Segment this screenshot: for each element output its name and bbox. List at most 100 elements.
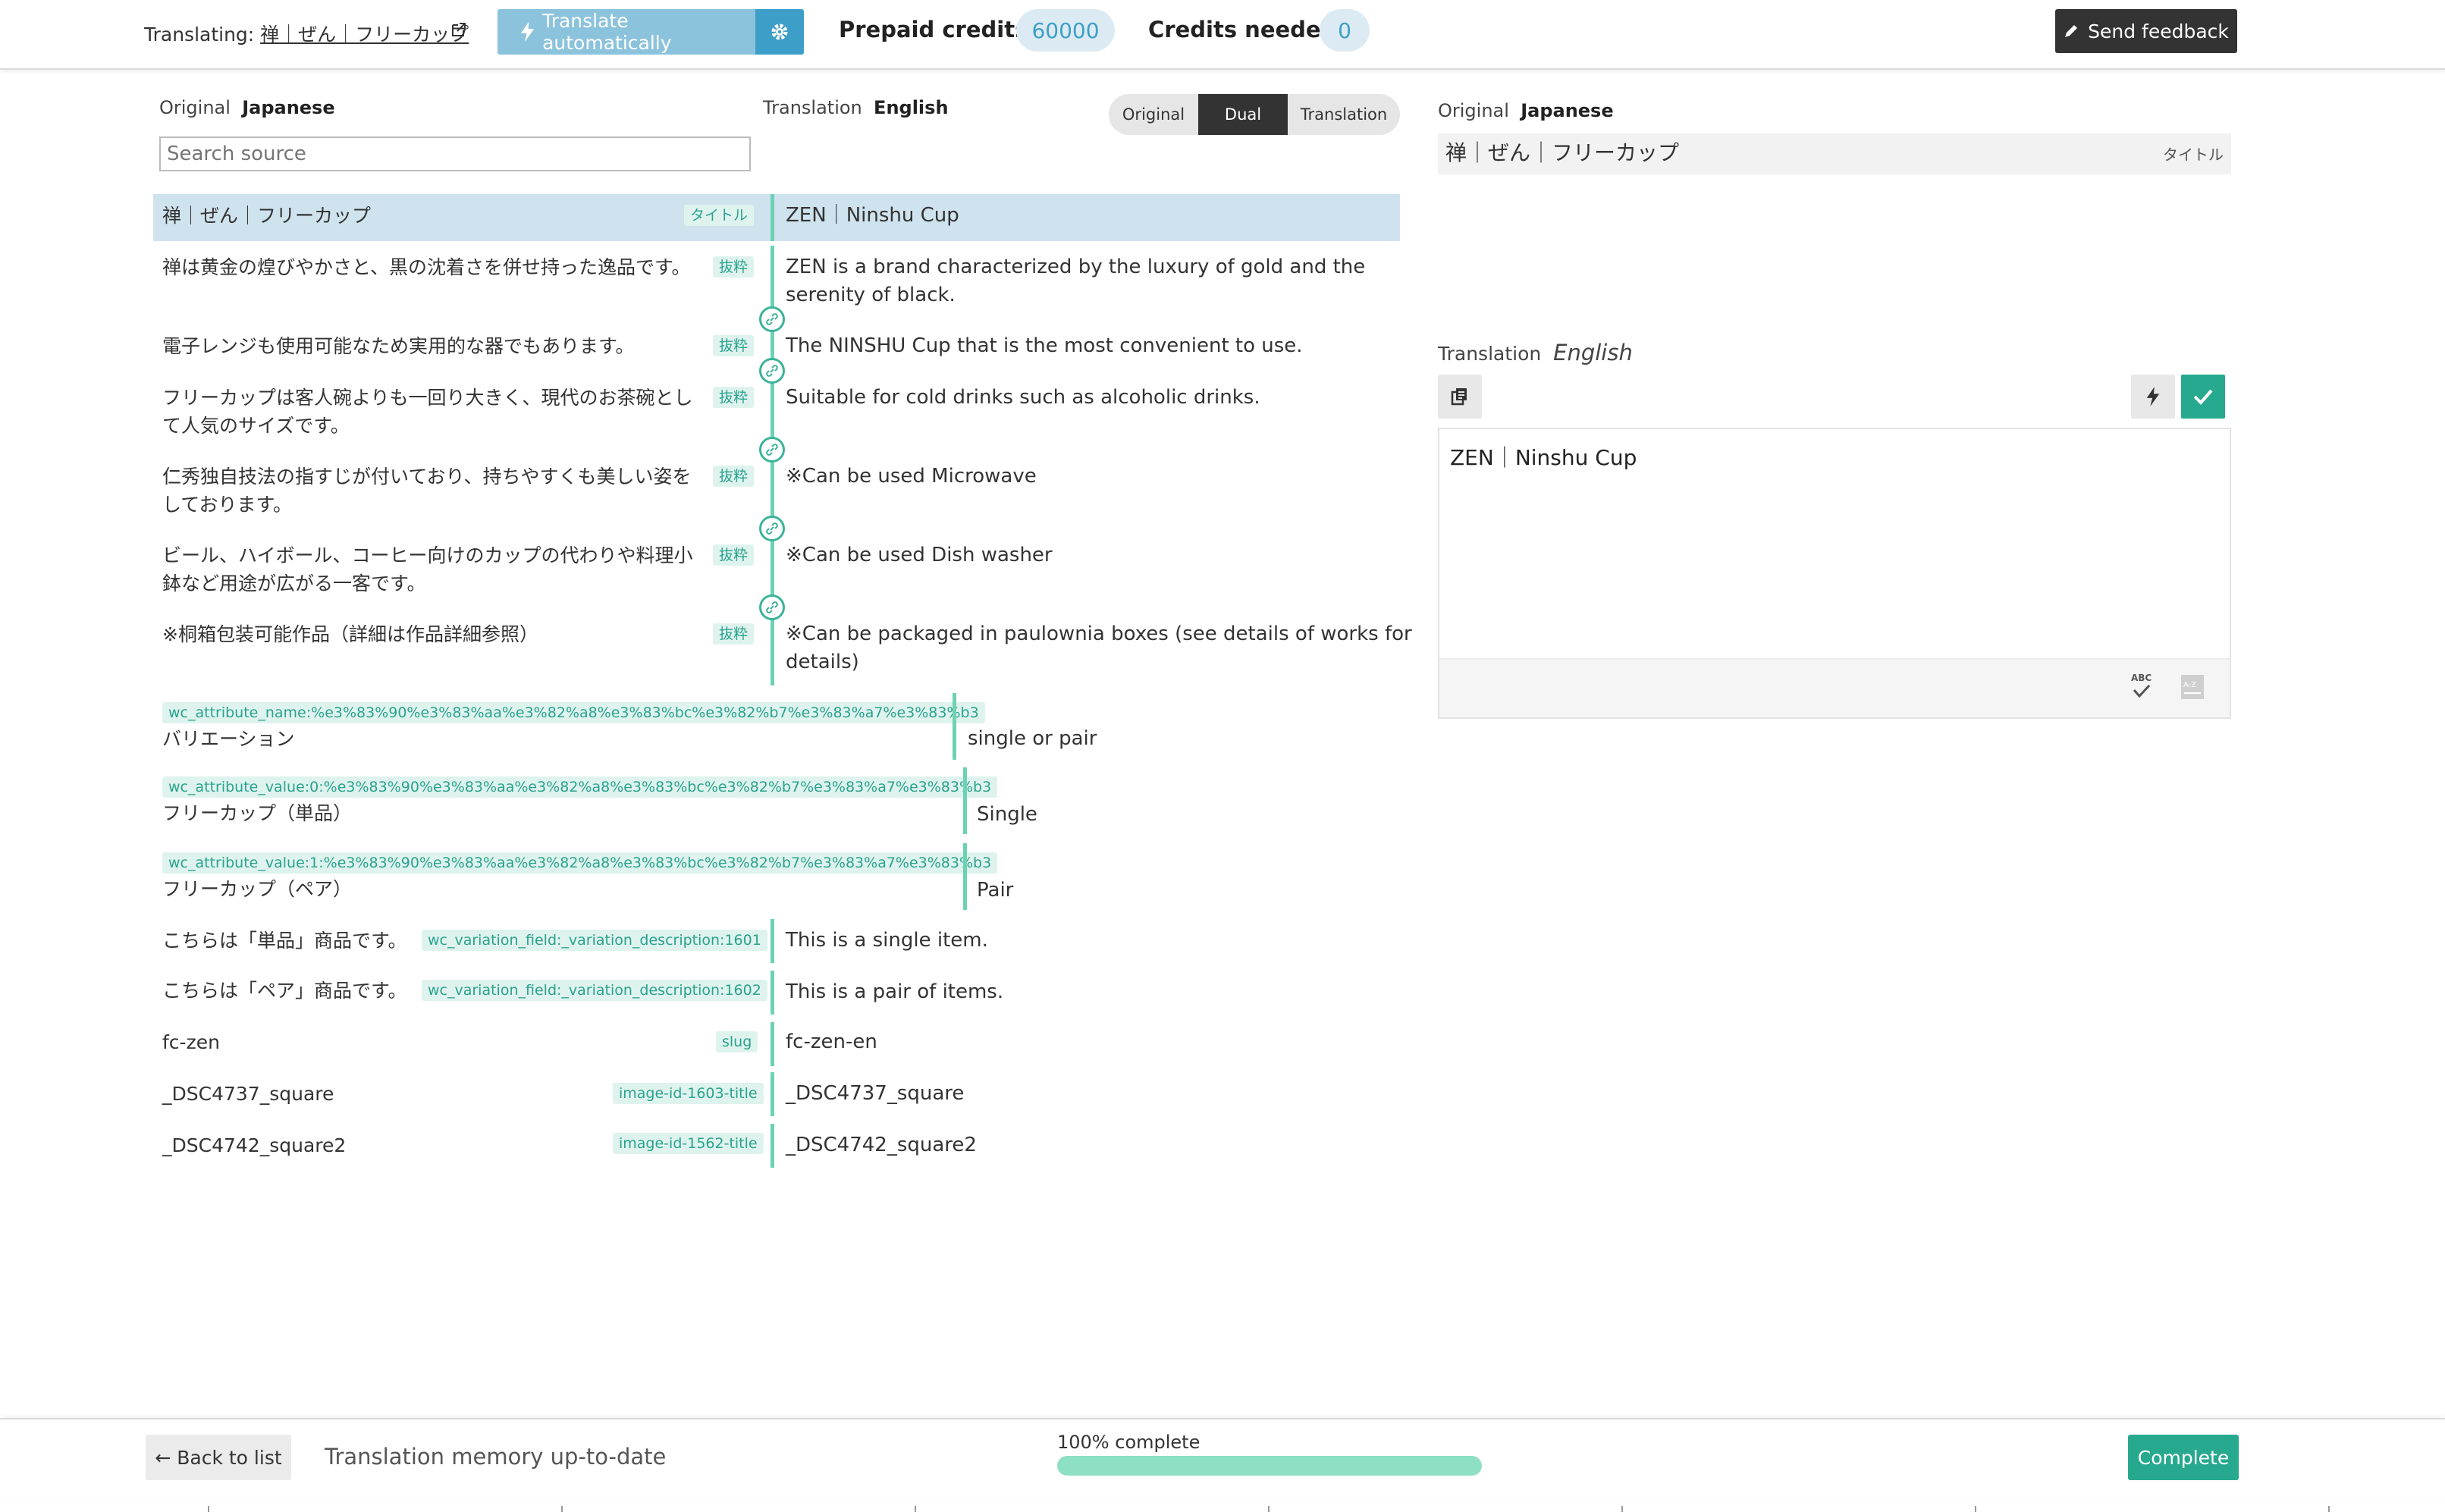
segment-source: こちらは「ペア」商品です。 [162, 980, 407, 1002]
segment-tag: wc_attribute_value:1:%e3%83%90%e3%83%aa%… [162, 852, 998, 874]
segment-divider [963, 767, 967, 834]
segment-target: ※Can be packaged in paulownia boxes (see… [786, 620, 1412, 676]
ruler-tick [1975, 1506, 1976, 1512]
segment-divider [953, 693, 956, 760]
machine-translate-segment-button[interactable] [2131, 375, 2175, 419]
ruler-tick [1268, 1506, 1270, 1512]
translation-language: English [874, 97, 949, 118]
segment-divider [771, 613, 774, 685]
ruler-tick [915, 1506, 916, 1512]
ruler [0, 1497, 2445, 1512]
segment-tag: wc_variation_field:_variation_descriptio… [422, 980, 767, 1001]
translating-label: Translating: 禅｜ぜん｜フリーカップ [144, 20, 469, 47]
panel-translation-prefix: Translation [1438, 343, 1542, 365]
segment-target: ZEN is a brand characterized by the luxu… [786, 253, 1365, 309]
panel-original-text: 禅｜ぜん｜フリーカップ [1445, 140, 1680, 165]
segment-divider [771, 1124, 774, 1168]
link-segments-icon[interactable] [759, 516, 785, 541]
original-column-label: Original Japanese [159, 97, 335, 118]
svg-text:ABC: ABC [2131, 673, 2152, 683]
link-segments-icon[interactable] [759, 306, 785, 332]
link-segments-icon[interactable] [759, 594, 785, 620]
sort-az-icon[interactable]: A-Z [2180, 673, 2205, 701]
editor-toolbar [1439, 658, 2230, 717]
view-mode-toggle: Original Dual Translation [1109, 94, 1400, 135]
search-source-input[interactable] [159, 136, 751, 171]
view-original-button[interactable]: Original [1109, 94, 1198, 135]
check-icon [2193, 389, 2213, 405]
segment-target: _DSC4742_square2 [786, 1134, 977, 1156]
segment-target: This is a pair of items. [786, 980, 1004, 1003]
view-dual-button[interactable]: Dual [1198, 94, 1288, 135]
auto-translate-settings-button[interactable] [755, 9, 804, 55]
segment-tag: slug [716, 1031, 758, 1052]
panel-original-language: Japanese [1521, 100, 1614, 121]
panel-translation-label: Translation English [1438, 340, 1633, 365]
segment-source: フリーカップ（単品） [162, 802, 353, 824]
segment-source: _DSC4742_square2 [162, 1134, 347, 1156]
segment-target: ※Can be used Dish washer [786, 544, 1053, 566]
segment-target: The NINSHU Cup that is the most convenie… [786, 334, 1303, 357]
segment-source: 仁秀独自技法の指すじが付いており、持ちやすくも美しい姿を しております。 [162, 463, 692, 519]
segment-divider [771, 1072, 774, 1116]
segment-target: This is a single item. [786, 929, 988, 952]
ruler-tick [1621, 1506, 1623, 1512]
segment-source: バリエーション [162, 728, 295, 750]
segment-tag: 抜粋 [713, 387, 755, 408]
lightning-icon [2146, 387, 2160, 406]
pencil-icon [2065, 25, 2078, 37]
segment-divider [963, 843, 967, 910]
segment-source-line: ビール、ハイボール、コーヒー向けのカップの代わりや料理小 [162, 544, 693, 566]
segment-divider [771, 194, 774, 241]
segment-source: ビール、ハイボール、コーヒー向けのカップの代わりや料理小 鉢など用途が広がる一客… [162, 541, 693, 598]
segment-target: fc-zen-en [786, 1030, 877, 1053]
translate-automatically-label: Translate automatically [542, 10, 672, 54]
segment-target-line: ※Can be packaged in paulownia boxes (see… [786, 623, 1412, 645]
send-feedback-label: Send feedback [2088, 20, 2229, 42]
segment-divider [771, 971, 774, 1015]
link-segments-icon[interactable] [759, 437, 785, 463]
original-language: Japanese [242, 97, 335, 118]
confirm-translation-button[interactable] [2181, 375, 2225, 419]
segment-divider [771, 919, 774, 963]
ruler-tick [2328, 1506, 2330, 1512]
segment-tag: wc_attribute_name:%e3%83%90%e3%83%aa%e3%… [162, 702, 985, 723]
segment-source: 禅は黄金の煌びやかさと、黒の沈着さを併せ持った逸品です。 [162, 256, 691, 278]
segment-target-line: serenity of black. [786, 284, 956, 306]
copy-source-button[interactable] [1438, 375, 1482, 419]
gear-icon [771, 24, 788, 40]
back-to-list-button[interactable]: ← Back to list [146, 1435, 291, 1480]
segment-target-line: ZEN is a brand characterized by the luxu… [786, 256, 1366, 278]
external-link-icon[interactable] [450, 21, 467, 38]
prepaid-credits-value: 60000 [1016, 9, 1115, 52]
progress-label: 100% complete [1057, 1432, 1201, 1453]
segment-target: Pair [977, 879, 1014, 902]
svg-text:A-Z: A-Z [2183, 681, 2196, 689]
segment-source-line: しております。 [162, 494, 293, 516]
send-feedback-button[interactable]: Send feedback [2055, 9, 2237, 53]
segment-source-line: フリーカップは客人碗よりも一回り大きく、現代のお茶碗とし [162, 387, 693, 409]
translating-prefix: Translating: [144, 24, 255, 45]
panel-original-tag: タイトル [2163, 146, 2224, 164]
view-translation-button[interactable]: Translation [1288, 94, 1400, 135]
segment-target-line: details) [786, 651, 859, 673]
translation-editor-text[interactable]: ZEN｜Ninshu Cup [1450, 441, 1637, 472]
translate-automatically-button[interactable]: Translate automatically [497, 9, 755, 55]
segment-tag: image-id-1603-title [613, 1083, 764, 1104]
copy-icon [1451, 388, 1467, 406]
segment-target: Suitable for cold drinks such as alcohol… [786, 386, 1260, 409]
segment-tag: 抜粋 [713, 623, 755, 645]
segment-target: ZEN｜Ninshu Cup [786, 204, 959, 227]
segment-source: こちらは「単品」商品です。 [162, 930, 407, 952]
translating-item-link[interactable]: 禅｜ぜん｜フリーカップ [260, 24, 469, 45]
complete-button[interactable]: Complete [2128, 1435, 2239, 1480]
link-segments-icon[interactable] [759, 358, 785, 384]
translation-memory-status: Translation memory up-to-date [325, 1444, 667, 1470]
segment-divider [771, 376, 774, 443]
spellcheck-icon[interactable]: ABC [2128, 670, 2155, 704]
credits-needed-label: Credits needed [1148, 17, 1337, 42]
segment-source-line: 仁秀独自技法の指すじが付いており、持ちやすくも美しい姿を [162, 466, 692, 488]
segment-source-line: 鉢など用途が広がる一客です。 [162, 572, 426, 594]
segment-tag: image-id-1562-title [613, 1133, 764, 1154]
progress-bar-fill [1057, 1456, 1482, 1476]
